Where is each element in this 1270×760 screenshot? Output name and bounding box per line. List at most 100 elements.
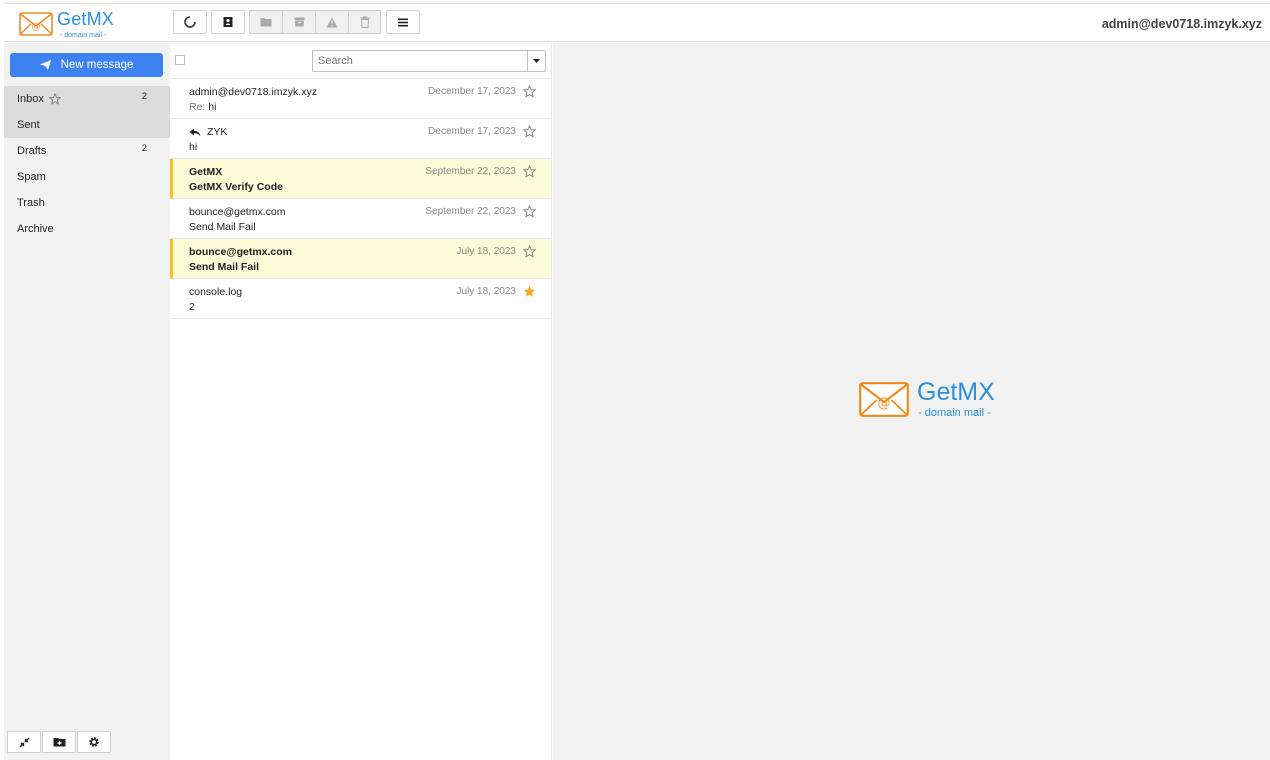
list-header: [170, 43, 551, 79]
sidebar-item-sent[interactable]: Sent: [4, 112, 170, 138]
collapse-button[interactable]: [7, 731, 41, 753]
preview-pane: @ GetMX - domain mail -: [553, 43, 1270, 760]
user-account[interactable]: admin@dev0718.imzyk.xyz: [1102, 17, 1262, 31]
message-sender: ZYK: [189, 126, 227, 138]
list-item[interactable]: admin@dev0718.imzyk.xyz Re: hi December 17…: [170, 79, 551, 119]
message-subject: Send Mail Fail: [189, 261, 259, 273]
preview-logo-title: GetMX: [917, 378, 995, 406]
sidebar-item-spam[interactable]: Spam: [4, 164, 170, 190]
spam-button[interactable]: [315, 10, 348, 34]
app-header: @ GetMX - domain mail - admin@dev0718.im…: [4, 4, 1270, 42]
star-outline-icon[interactable]: [522, 244, 537, 261]
caret-down-icon: [533, 59, 540, 63]
message-subject: Re: hi: [189, 101, 216, 113]
logo-title: GetMX: [57, 9, 115, 29]
preview-logo-subtitle: - domain mail -: [918, 407, 991, 419]
folder-label: Spam: [17, 171, 46, 183]
subject-text: hi: [208, 101, 217, 113]
move-folder-icon: [260, 18, 272, 27]
search-box: [312, 50, 546, 72]
message-subject: hi: [189, 141, 197, 153]
list-item[interactable]: console.log 2 July 18, 2023: [170, 279, 551, 319]
sender-name: GetMX: [189, 166, 223, 178]
message-actions-group: [249, 10, 381, 34]
subject-text: Send Mail Fail: [189, 261, 260, 273]
select-all-checkbox[interactable]: [175, 55, 185, 65]
message-sender: bounce@getmx.com: [189, 206, 285, 218]
sidebar-item-drafts[interactable]: Drafts 2: [4, 138, 170, 164]
star-outline-icon[interactable]: [522, 204, 537, 221]
folder-add-icon: [53, 738, 65, 747]
settings-gear-icon: [89, 737, 99, 747]
archive-button[interactable]: [282, 10, 315, 34]
app-logo[interactable]: @ GetMX - domain mail -: [19, 8, 129, 42]
message-sender: GetMX: [189, 166, 222, 178]
message-date: September 22, 2023: [425, 206, 516, 217]
message-date: December 17, 2023: [428, 86, 516, 97]
reply-icon: [189, 128, 201, 136]
sidebar-item-archive[interactable]: Archive: [4, 216, 170, 242]
star-filled-icon[interactable]: [523, 285, 536, 301]
message-date: July 18, 2023: [456, 286, 517, 297]
more-menu-button[interactable]: [386, 10, 420, 34]
message-subject: Send Mail Fail: [189, 221, 256, 233]
refresh-button[interactable]: [173, 10, 207, 34]
sidebar-item-trash[interactable]: Trash: [4, 190, 170, 216]
star-outline-icon[interactable]: [522, 124, 537, 141]
sidebar: New message Inbox 2 Sent Drafts 2 Spam T…: [4, 43, 170, 760]
message-subject: 2: [189, 301, 195, 313]
star-outline-icon[interactable]: [49, 93, 61, 105]
message-sender: admin@dev0718.imzyk.xyz: [189, 86, 317, 98]
refresh-icon: [184, 16, 196, 28]
new-message-label: New message: [60, 59, 134, 71]
message-list: admin@dev0718.imzyk.xyz Re: hi December 17…: [170, 79, 551, 319]
search-options-dropdown[interactable]: [527, 51, 545, 71]
sender-name: ZYK: [207, 126, 228, 138]
toolbar: [173, 10, 420, 34]
folder-label: Drafts: [17, 145, 47, 157]
subject-text: hi: [189, 141, 198, 153]
envelope-logo-icon: @: [859, 382, 909, 417]
list-item[interactable]: bounce@getmx.com Send Mail Fail September …: [170, 199, 551, 239]
sidebar-item-inbox[interactable]: Inbox 2: [4, 86, 170, 112]
folder-add-button[interactable]: [42, 731, 76, 753]
subject-prefix: Re:: [189, 101, 206, 113]
contacts-icon: [223, 17, 233, 27]
svg-text:@: @: [32, 22, 41, 32]
settings-button[interactable]: [77, 731, 111, 753]
message-sender: bounce@getmx.com: [189, 246, 292, 258]
sender-name: bounce@getmx.com: [189, 206, 286, 218]
message-subject: GetMX Verify Code: [189, 181, 283, 193]
folder-label: Sent: [17, 119, 40, 131]
folder-label: Archive: [17, 223, 54, 235]
folder-unread-count: 2: [141, 91, 147, 102]
folder-unread-count: 2: [141, 143, 147, 154]
logo-subtitle: - domain mail -: [60, 32, 107, 39]
star-outline-icon[interactable]: [522, 84, 537, 101]
subject-text: Send Mail Fail: [189, 221, 256, 233]
delete-trash-icon: [360, 16, 369, 28]
envelope-logo-icon: @: [19, 12, 53, 36]
archive-icon: [294, 17, 304, 27]
list-item[interactable]: bounce@getmx.com Send Mail Fail July 18, 2…: [170, 239, 551, 279]
star-outline-icon[interactable]: [522, 164, 537, 181]
list-item[interactable]: ZYK hi December 17, 2023: [170, 119, 551, 159]
new-message-button[interactable]: New message: [10, 53, 163, 77]
contacts-button[interactable]: [211, 10, 245, 34]
preview-logo: @ GetMX - domain mail -: [859, 378, 1009, 424]
delete-button[interactable]: [348, 10, 381, 34]
collapse-icon: [19, 737, 29, 747]
sender-name: console.log: [189, 286, 243, 298]
folder-list: Inbox 2 Sent Drafts 2 Spam Trash Archive: [4, 86, 170, 242]
search-input[interactable]: [313, 51, 525, 71]
menu-icon: [398, 18, 408, 26]
sidebar-bottom-toolbar: [7, 731, 112, 753]
sender-name: bounce@getmx.com: [189, 246, 293, 258]
spam-warning-icon: [326, 17, 338, 27]
list-item[interactable]: GetMX GetMX Verify Code September 22, 2023: [170, 159, 551, 199]
svg-text:@: @: [878, 396, 891, 411]
subject-text: GetMX Verify Code: [189, 181, 283, 193]
send-plane-icon: [39, 60, 51, 70]
subject-text: 2: [189, 301, 195, 313]
move-button[interactable]: [249, 10, 282, 34]
